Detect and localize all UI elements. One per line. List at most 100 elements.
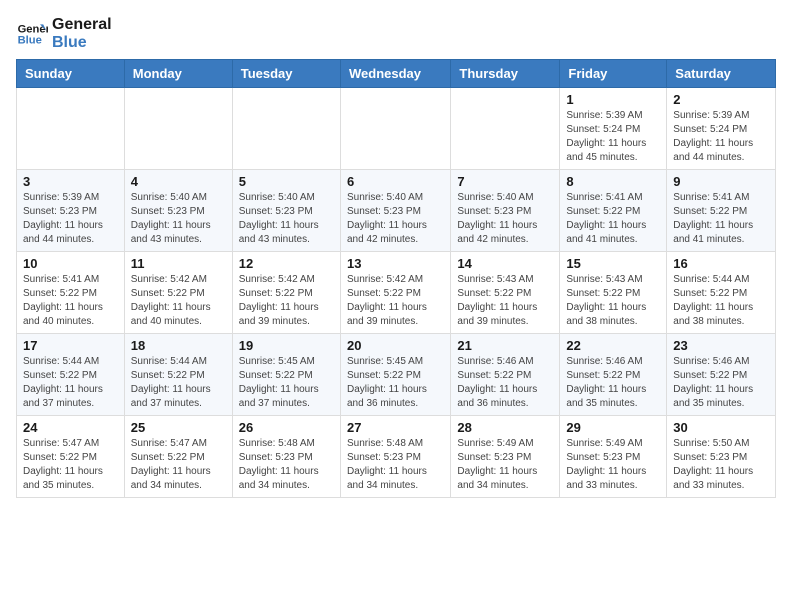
day-number: 4 (131, 174, 226, 189)
weekday-header-wednesday: Wednesday (340, 60, 450, 88)
day-info: Sunrise: 5:43 AM Sunset: 5:22 PM Dayligh… (566, 273, 660, 329)
day-info: Sunrise: 5:46 AM Sunset: 5:22 PM Dayligh… (566, 355, 660, 411)
calendar-cell: 17 Sunrise: 5:44 AM Sunset: 5:22 PM Dayli… (17, 334, 125, 416)
calendar-cell: 3Sunrise: 5:39 AM Sunset: 5:23 PM Daylig… (17, 170, 125, 252)
calendar-table: SundayMondayTuesdayWednesdayThursdayFrid… (16, 59, 776, 498)
day-number: 7 (457, 174, 553, 189)
day-info: Sunrise: 5:40 AM Sunset: 5:23 PM Dayligh… (457, 191, 553, 247)
day-info: Sunrise: 5:41 AM Sunset: 5:22 PM Dayligh… (673, 191, 769, 247)
day-info: Sunrise: 5:47 AM Sunset: 5:22 PM Dayligh… (23, 437, 118, 493)
day-number: 28 (457, 420, 553, 435)
calendar-cell (451, 88, 560, 170)
day-number: 9 (673, 174, 769, 189)
calendar-cell: 25 Sunrise: 5:47 AM Sunset: 5:22 PM Dayli… (124, 416, 232, 498)
calendar-cell: 5 Sunrise: 5:40 AM Sunset: 5:23 PM Daylig… (232, 170, 340, 252)
calendar-cell: 22Sunrise: 5:46 AM Sunset: 5:22 PM Dayli… (560, 334, 667, 416)
calendar-cell (17, 88, 125, 170)
calendar-cell: 30Sunrise: 5:50 AM Sunset: 5:23 PM Dayli… (667, 416, 776, 498)
day-info: Sunrise: 5:42 AM Sunset: 5:22 PM Dayligh… (239, 273, 334, 329)
day-number: 29 (566, 420, 660, 435)
day-info: Sunrise: 5:40 AM Sunset: 5:23 PM Dayligh… (347, 191, 444, 247)
calendar-cell: 6 Sunrise: 5:40 AM Sunset: 5:23 PM Daylig… (340, 170, 450, 252)
calendar-cell: 1Sunrise: 5:39 AM Sunset: 5:24 PM Daylig… (560, 88, 667, 170)
day-number: 8 (566, 174, 660, 189)
calendar-cell: 28 Sunrise: 5:49 AM Sunset: 5:23 PM Dayli… (451, 416, 560, 498)
calendar-cell: 27 Sunrise: 5:48 AM Sunset: 5:23 PM Dayli… (340, 416, 450, 498)
day-info: Sunrise: 5:48 AM Sunset: 5:23 PM Dayligh… (239, 437, 334, 493)
day-number: 18 (131, 338, 226, 353)
day-info: Sunrise: 5:45 AM Sunset: 5:22 PM Dayligh… (239, 355, 334, 411)
day-number: 26 (239, 420, 334, 435)
day-info: Sunrise: 5:44 AM Sunset: 5:22 PM Dayligh… (673, 273, 769, 329)
day-number: 11 (131, 256, 226, 271)
weekday-header-saturday: Saturday (667, 60, 776, 88)
day-number: 3 (23, 174, 118, 189)
day-info: Sunrise: 5:41 AM Sunset: 5:22 PM Dayligh… (566, 191, 660, 247)
day-info: Sunrise: 5:49 AM Sunset: 5:23 PM Dayligh… (457, 437, 553, 493)
calendar-cell (124, 88, 232, 170)
logo-general: General (52, 16, 112, 34)
weekday-header-sunday: Sunday (17, 60, 125, 88)
calendar-cell: 24 Sunrise: 5:47 AM Sunset: 5:22 PM Dayli… (17, 416, 125, 498)
calendar-cell: 12 Sunrise: 5:42 AM Sunset: 5:22 PM Dayli… (232, 252, 340, 334)
calendar-cell: 11 Sunrise: 5:42 AM Sunset: 5:22 PM Dayli… (124, 252, 232, 334)
calendar-cell: 10Sunrise: 5:41 AM Sunset: 5:22 PM Dayli… (17, 252, 125, 334)
calendar-cell: 8 Sunrise: 5:41 AM Sunset: 5:22 PM Daylig… (560, 170, 667, 252)
weekday-header-monday: Monday (124, 60, 232, 88)
calendar-cell: 21 Sunrise: 5:46 AM Sunset: 5:22 PM Dayli… (451, 334, 560, 416)
day-number: 6 (347, 174, 444, 189)
weekday-header-friday: Friday (560, 60, 667, 88)
calendar-cell: 13 Sunrise: 5:42 AM Sunset: 5:22 PM Dayli… (340, 252, 450, 334)
day-info: Sunrise: 5:42 AM Sunset: 5:22 PM Dayligh… (347, 273, 444, 329)
day-info: Sunrise: 5:46 AM Sunset: 5:22 PM Dayligh… (457, 355, 553, 411)
calendar-cell: 4Sunrise: 5:40 AM Sunset: 5:23 PM Daylig… (124, 170, 232, 252)
calendar-cell: 19 Sunrise: 5:45 AM Sunset: 5:22 PM Dayli… (232, 334, 340, 416)
calendar-header-row: SundayMondayTuesdayWednesdayThursdayFrid… (17, 60, 776, 88)
day-info: Sunrise: 5:43 AM Sunset: 5:22 PM Dayligh… (457, 273, 553, 329)
day-info: Sunrise: 5:42 AM Sunset: 5:22 PM Dayligh… (131, 273, 226, 329)
calendar-cell: 7 Sunrise: 5:40 AM Sunset: 5:23 PM Daylig… (451, 170, 560, 252)
day-info: Sunrise: 5:44 AM Sunset: 5:22 PM Dayligh… (131, 355, 226, 411)
calendar-cell (340, 88, 450, 170)
day-number: 23 (673, 338, 769, 353)
logo-blue: Blue (52, 34, 112, 52)
day-info: Sunrise: 5:44 AM Sunset: 5:22 PM Dayligh… (23, 355, 118, 411)
calendar-cell: 29 Sunrise: 5:49 AM Sunset: 5:23 PM Dayli… (560, 416, 667, 498)
day-number: 19 (239, 338, 334, 353)
calendar-cell: 15 Sunrise: 5:43 AM Sunset: 5:22 PM Dayli… (560, 252, 667, 334)
day-number: 12 (239, 256, 334, 271)
calendar-week-4: 17 Sunrise: 5:44 AM Sunset: 5:22 PM Dayli… (17, 334, 776, 416)
day-number: 5 (239, 174, 334, 189)
day-number: 16 (673, 256, 769, 271)
day-info: Sunrise: 5:40 AM Sunset: 5:23 PM Dayligh… (239, 191, 334, 247)
day-number: 10 (23, 256, 118, 271)
calendar-week-3: 10Sunrise: 5:41 AM Sunset: 5:22 PM Dayli… (17, 252, 776, 334)
day-number: 17 (23, 338, 118, 353)
day-number: 25 (131, 420, 226, 435)
day-number: 21 (457, 338, 553, 353)
day-info: Sunrise: 5:48 AM Sunset: 5:23 PM Dayligh… (347, 437, 444, 493)
day-number: 20 (347, 338, 444, 353)
calendar-cell: 14 Sunrise: 5:43 AM Sunset: 5:22 PM Dayli… (451, 252, 560, 334)
day-number: 14 (457, 256, 553, 271)
logo-icon: General Blue (16, 18, 48, 50)
day-info: Sunrise: 5:49 AM Sunset: 5:23 PM Dayligh… (566, 437, 660, 493)
page-header: General Blue General Blue (16, 16, 776, 51)
day-info: Sunrise: 5:39 AM Sunset: 5:24 PM Dayligh… (673, 109, 769, 165)
calendar-cell: 2 Sunrise: 5:39 AM Sunset: 5:24 PM Daylig… (667, 88, 776, 170)
day-info: Sunrise: 5:45 AM Sunset: 5:22 PM Dayligh… (347, 355, 444, 411)
day-info: Sunrise: 5:50 AM Sunset: 5:23 PM Dayligh… (673, 437, 769, 493)
svg-text:Blue: Blue (18, 34, 42, 46)
weekday-header-tuesday: Tuesday (232, 60, 340, 88)
calendar-week-2: 3Sunrise: 5:39 AM Sunset: 5:23 PM Daylig… (17, 170, 776, 252)
day-number: 24 (23, 420, 118, 435)
calendar-cell: 20 Sunrise: 5:45 AM Sunset: 5:22 PM Dayli… (340, 334, 450, 416)
day-info: Sunrise: 5:47 AM Sunset: 5:22 PM Dayligh… (131, 437, 226, 493)
calendar-cell: 9 Sunrise: 5:41 AM Sunset: 5:22 PM Daylig… (667, 170, 776, 252)
day-number: 15 (566, 256, 660, 271)
day-number: 13 (347, 256, 444, 271)
day-number: 2 (673, 92, 769, 107)
calendar-cell: 16 Sunrise: 5:44 AM Sunset: 5:22 PM Dayli… (667, 252, 776, 334)
calendar-cell: 23Sunrise: 5:46 AM Sunset: 5:22 PM Dayli… (667, 334, 776, 416)
day-number: 27 (347, 420, 444, 435)
